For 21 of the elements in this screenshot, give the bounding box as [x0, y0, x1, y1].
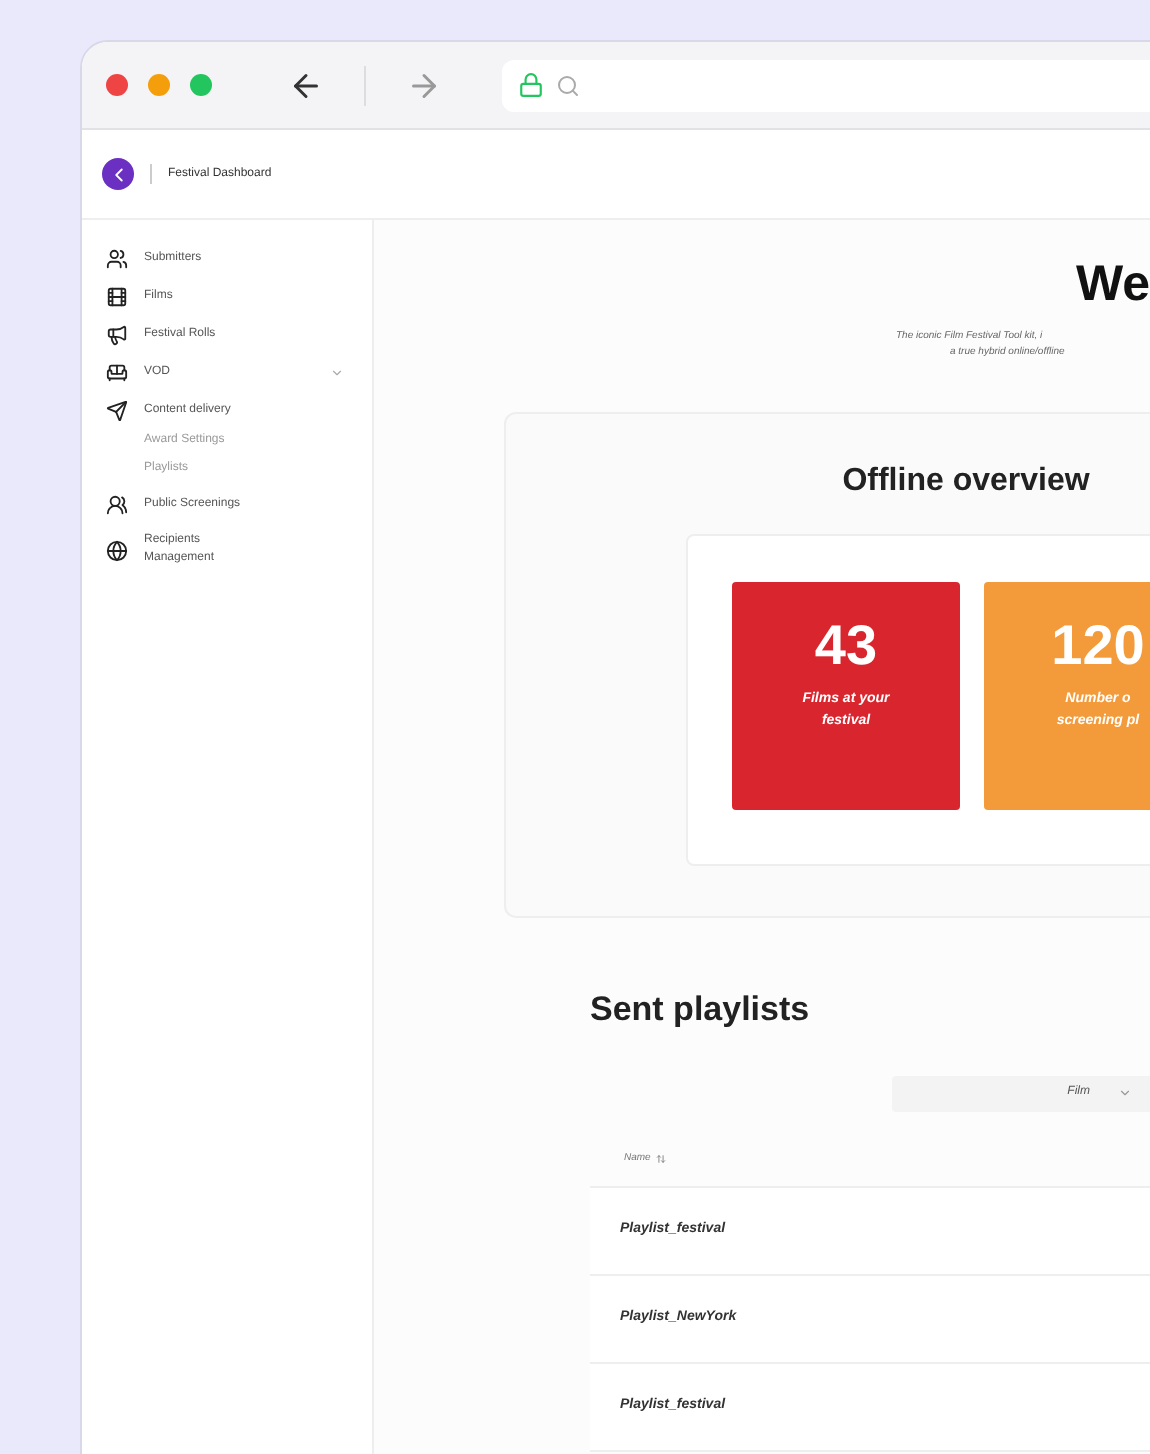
search-icon [556, 73, 580, 97]
welcome-heading: We [1076, 260, 1150, 310]
stat-value: 120 [1051, 618, 1145, 674]
chevron-icon[interactable] [330, 366, 344, 380]
section-heading: Sent playlists [590, 988, 812, 1032]
sidebar-item-icon [106, 248, 128, 270]
close-window-icon[interactable] [106, 74, 128, 96]
app-logo-icon [102, 158, 134, 190]
sidebar-item-icon [106, 286, 128, 308]
sidebar-item-icon [106, 362, 128, 384]
sidebar-item-icon [106, 400, 128, 422]
overview-title: Offline overview [840, 462, 1092, 502]
sidebar-item-icon [106, 324, 128, 346]
stat-value: 43 [814, 618, 878, 674]
caret-icon [1118, 1086, 1132, 1100]
maximize-window-icon[interactable] [190, 74, 212, 96]
sort-icon [656, 1153, 667, 1164]
sidebar-item-icon [106, 494, 128, 516]
sidebar-item-icon [106, 539, 128, 561]
minimize-window-icon[interactable] [148, 74, 170, 96]
address-bar[interactable] [502, 59, 1150, 111]
